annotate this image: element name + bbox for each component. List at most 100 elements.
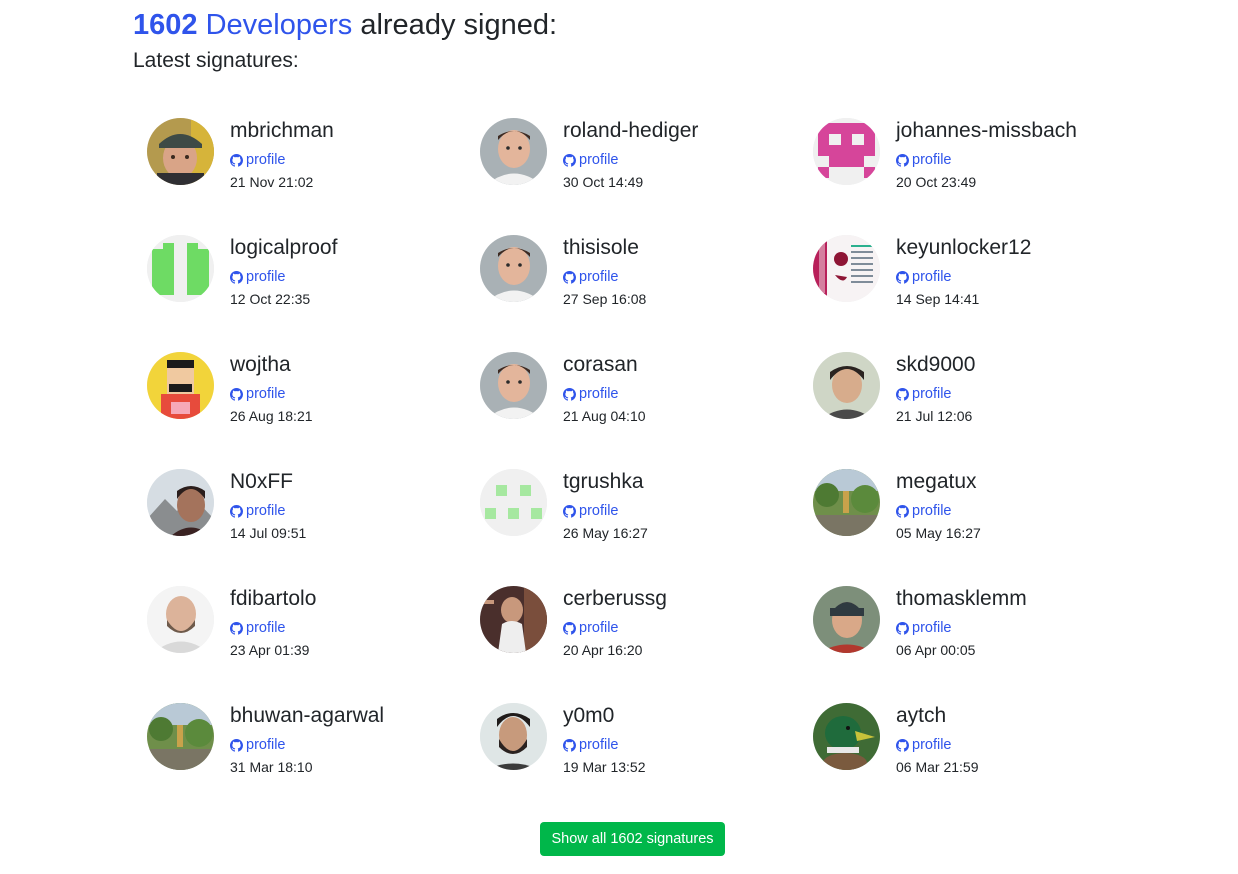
signature-date: 30 Oct 14:49 <box>563 174 644 190</box>
github-profile-link[interactable]: profile <box>563 268 619 286</box>
github-icon <box>563 270 576 284</box>
developer-name: skd9000 <box>896 353 976 376</box>
avatar <box>147 118 214 185</box>
signature-card: logicalproof profile 12 Oct 22:35 <box>147 235 480 352</box>
github-icon <box>230 621 243 635</box>
signature-date: 23 Apr 01:39 <box>230 642 310 658</box>
developer-name: roland-hediger <box>563 119 699 142</box>
avatar <box>813 469 880 536</box>
github-icon <box>230 738 243 752</box>
profile-link-label: profile <box>579 386 619 402</box>
developer-name: logicalproof <box>230 236 338 259</box>
profile-link-label: profile <box>579 620 619 636</box>
avatar <box>147 235 214 302</box>
github-icon <box>896 621 909 635</box>
profile-link-label: profile <box>246 386 286 402</box>
profile-link-label: profile <box>579 737 619 753</box>
profile-link-label: profile <box>579 269 619 285</box>
developer-name: wojtha <box>230 353 291 376</box>
developers-label: Developers <box>205 9 353 41</box>
developer-name: bhuwan-agarwal <box>230 704 385 727</box>
github-profile-link[interactable]: profile <box>563 385 619 403</box>
developer-name: thomasklemm <box>896 587 1027 610</box>
github-profile-link[interactable]: profile <box>896 151 952 169</box>
github-profile-link[interactable]: profile <box>563 619 619 637</box>
profile-link-label: profile <box>579 503 619 519</box>
signature-card: mbrichman profile 21 Nov 21:02 <box>147 118 480 235</box>
developer-name: fdibartolo <box>230 587 317 610</box>
avatar <box>480 352 547 419</box>
github-profile-link[interactable]: profile <box>230 151 286 169</box>
github-icon <box>563 504 576 518</box>
avatar <box>480 586 547 653</box>
github-profile-link[interactable]: profile <box>230 385 286 403</box>
avatar <box>813 586 880 653</box>
github-profile-link[interactable]: profile <box>563 502 619 520</box>
github-profile-link[interactable]: profile <box>230 502 286 520</box>
github-profile-link[interactable]: profile <box>896 736 952 754</box>
signature-card: corasan profile 21 Aug 04:10 <box>480 352 813 469</box>
github-profile-link[interactable]: profile <box>230 736 286 754</box>
signature-date: 20 Apr 16:20 <box>563 642 643 658</box>
avatar <box>813 703 880 770</box>
avatar <box>813 235 880 302</box>
profile-link-label: profile <box>246 620 286 636</box>
github-profile-link[interactable]: profile <box>896 268 952 286</box>
avatar <box>480 118 547 185</box>
avatar <box>147 586 214 653</box>
developer-name: y0m0 <box>563 704 615 727</box>
avatar <box>147 469 214 536</box>
signature-date: 26 May 16:27 <box>563 525 648 541</box>
profile-link-label: profile <box>246 152 286 168</box>
github-profile-link[interactable]: profile <box>230 268 286 286</box>
developer-name: keyunlocker12 <box>896 236 1032 259</box>
signature-card: bhuwan-agarwal profile 31 Mar 18:10 <box>147 703 480 820</box>
developer-name: N0xFF <box>230 470 293 493</box>
developer-name: cerberussg <box>563 587 667 610</box>
signature-date: 05 May 16:27 <box>896 525 981 541</box>
show-all-signatures-button[interactable]: Show all 1602 signatures <box>540 822 725 856</box>
profile-link-label: profile <box>912 737 952 753</box>
github-icon <box>230 504 243 518</box>
profile-link-label: profile <box>246 269 286 285</box>
latest-signatures-heading: Latest signatures: <box>133 49 299 72</box>
profile-link-label: profile <box>912 269 952 285</box>
signature-date: 21 Jul 12:06 <box>896 408 973 424</box>
github-icon <box>896 504 909 518</box>
github-icon <box>896 387 909 401</box>
github-profile-link[interactable]: profile <box>896 385 952 403</box>
signature-card: aytch profile 06 Mar 21:59 <box>813 703 1146 820</box>
github-icon <box>230 387 243 401</box>
github-profile-link[interactable]: profile <box>896 619 952 637</box>
profile-link-label: profile <box>912 620 952 636</box>
profile-link-label: profile <box>579 152 619 168</box>
signature-card: fdibartolo profile 23 Apr 01:39 <box>147 586 480 703</box>
github-profile-link[interactable]: profile <box>563 736 619 754</box>
developer-name: aytch <box>896 704 947 727</box>
signature-card: wojtha profile 26 Aug 18:21 <box>147 352 480 469</box>
github-icon <box>563 153 576 167</box>
signature-date: 19 Mar 13:52 <box>563 759 646 775</box>
signature-card: thisisole profile 27 Sep 16:08 <box>480 235 813 352</box>
signature-card: tgrushka profile 26 May 16:27 <box>480 469 813 586</box>
github-icon <box>563 738 576 752</box>
signature-card: cerberussg profile 20 Apr 16:20 <box>480 586 813 703</box>
github-icon <box>896 738 909 752</box>
signature-date: 14 Sep 14:41 <box>896 291 980 307</box>
signature-date: 21 Aug 04:10 <box>563 408 646 424</box>
avatar <box>813 118 880 185</box>
signature-date: 21 Nov 21:02 <box>230 174 314 190</box>
signature-date: 20 Oct 23:49 <box>896 174 977 190</box>
github-profile-link[interactable]: profile <box>563 151 619 169</box>
signature-date: 14 Jul 09:51 <box>230 525 307 541</box>
github-icon <box>230 153 243 167</box>
developer-name: thisisole <box>563 236 639 259</box>
github-profile-link[interactable]: profile <box>230 619 286 637</box>
avatar <box>480 235 547 302</box>
developer-name: johannes-missbach <box>896 119 1077 142</box>
github-profile-link[interactable]: profile <box>896 502 952 520</box>
signature-date: 27 Sep 16:08 <box>563 291 647 307</box>
avatar <box>147 703 214 770</box>
profile-link-label: profile <box>912 152 952 168</box>
github-icon <box>563 621 576 635</box>
